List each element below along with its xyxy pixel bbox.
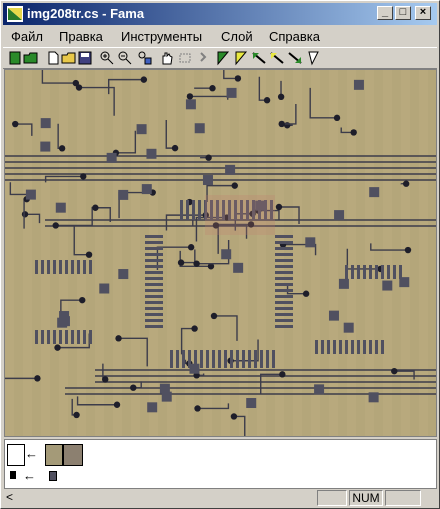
fill-green-icon[interactable] xyxy=(215,50,231,66)
layer-swatch-trace[interactable] xyxy=(49,471,57,481)
scroll-left-icon[interactable]: < xyxy=(6,490,13,504)
status-pane-right xyxy=(385,490,421,506)
minimize-button[interactable]: _ xyxy=(377,6,393,20)
menu-help[interactable]: Справка xyxy=(269,29,320,44)
status-bar: < NUM xyxy=(3,489,439,508)
hand-icon[interactable] xyxy=(159,50,175,66)
layer-swatch-white[interactable] xyxy=(7,444,25,466)
save-icon[interactable] xyxy=(77,50,93,66)
layer-swatch-board-1[interactable] xyxy=(45,444,63,466)
arrow-icon: ← xyxy=(25,446,38,461)
zoom-in-icon[interactable] xyxy=(99,50,115,66)
layer-panel: ← ← xyxy=(4,439,437,489)
select-rect-icon[interactable] xyxy=(177,50,193,66)
window-title: img208tr.cs - Fama xyxy=(27,6,145,21)
menu-edit[interactable]: Правка xyxy=(59,29,103,44)
open-icon[interactable] xyxy=(23,50,39,66)
toolbar xyxy=(3,47,437,69)
status-pane-empty xyxy=(317,490,347,506)
image-view[interactable] xyxy=(4,69,437,437)
menu-tools[interactable]: Инструменты xyxy=(121,29,202,44)
pen-icon[interactable] xyxy=(305,50,321,66)
menu-layer[interactable]: Слой xyxy=(221,29,253,44)
arrow-icon: ← xyxy=(23,468,36,483)
pcb-image[interactable] xyxy=(5,70,436,436)
layer-swatch-black[interactable] xyxy=(10,471,16,479)
open-folder-icon[interactable] xyxy=(61,50,77,66)
maximize-button[interactable]: □ xyxy=(395,6,411,20)
status-num: NUM xyxy=(349,490,383,506)
app-icon xyxy=(7,6,23,22)
layer-swatch-board-2[interactable] xyxy=(63,444,83,466)
new-icon[interactable] xyxy=(7,50,23,66)
fit-icon[interactable] xyxy=(137,50,153,66)
line-tool-2-icon[interactable] xyxy=(269,50,285,66)
title-bar[interactable]: img208tr.cs - Fama _ □ × xyxy=(3,3,437,25)
line-tool-1-icon[interactable] xyxy=(251,50,267,66)
app-window: img208tr.cs - Fama _ □ × Файл Правка Инс… xyxy=(0,0,440,509)
zoom-out-icon[interactable] xyxy=(117,50,133,66)
undo-icon[interactable] xyxy=(195,50,211,66)
new-doc-icon[interactable] xyxy=(45,50,61,66)
fill-yellow-icon[interactable] xyxy=(233,50,249,66)
close-button[interactable]: × xyxy=(415,6,431,20)
line-tool-3-icon[interactable] xyxy=(287,50,303,66)
menu-file[interactable]: Файл xyxy=(11,29,43,44)
menu-bar: Файл Правка Инструменты Слой Справка xyxy=(3,26,437,46)
